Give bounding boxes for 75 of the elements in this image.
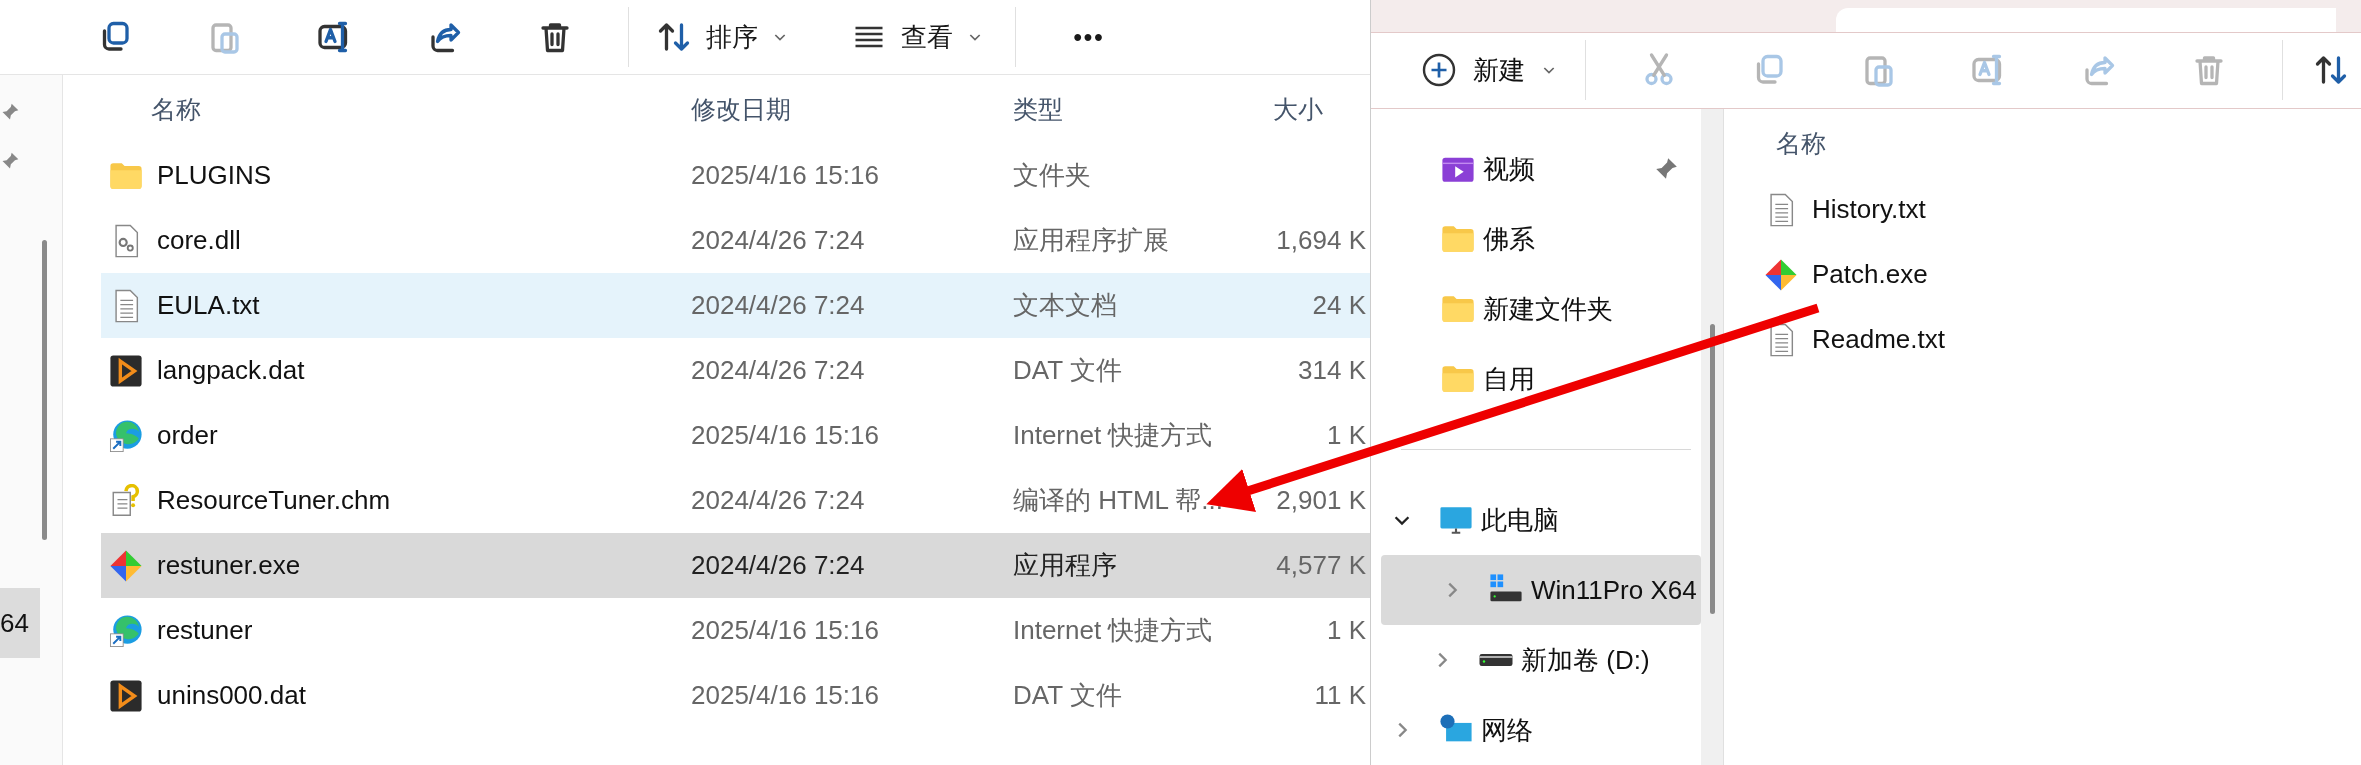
file-row[interactable]: core.dll 2024/4/26 7:24 应用程序扩展 1,694 K: [101, 208, 1370, 273]
type-cell-text: 应用程序扩展: [1013, 224, 1170, 257]
file-name: unins000.dat: [157, 680, 306, 711]
view-button[interactable]: 查看: [837, 7, 997, 67]
file-row[interactable]: EULA.txt 2024/4/26 7:24 文本文档 24 K: [101, 273, 1370, 338]
file-name: langpack.dat: [157, 355, 305, 386]
sort-button[interactable]: 排序: [647, 7, 797, 67]
size-cell-text: 1 K: [1325, 420, 1367, 451]
column-header[interactable]: 大小: [1273, 92, 1370, 126]
size-cell-text: 11 K: [1313, 680, 1367, 711]
nav-tree-item[interactable]: Win11Pro X64: [1381, 555, 1701, 625]
date-cell-text: 2024/4/26 7:24: [691, 550, 866, 581]
file-row[interactable]: unins000.dat 2025/4/16 15:16 DAT 文件 11 K: [101, 663, 1370, 728]
file-row[interactable]: Readme.txt: [1764, 307, 2361, 372]
date-cell-text: 2025/4/16 15:16: [691, 680, 880, 711]
play-file-icon: [109, 353, 143, 388]
new-button[interactable]: 新建: [1411, 52, 1567, 89]
column-header[interactable]: 类型: [1013, 92, 1273, 126]
file-row[interactable]: langpack.dat 2024/4/26 7:24 DAT 文件 314 K: [101, 338, 1370, 403]
date-cell-text: 2024/4/26 7:24: [691, 485, 866, 516]
app-icon: [109, 548, 143, 583]
nav-item[interactable]: 自用: [1371, 344, 1701, 414]
file-name: EULA.txt: [157, 290, 260, 321]
file-row[interactable]: restuner 2025/4/16 15:16 Internet 快捷方式 1 K: [101, 598, 1370, 663]
play-file-icon: [109, 678, 143, 713]
scrollbar-thumb[interactable]: [1710, 324, 1715, 614]
type-cell-text: DAT 文件: [1013, 354, 1123, 387]
date-cell-text: 2025/4/16 15:16: [691, 420, 880, 451]
type-cell-text: Internet 快捷方式: [1013, 614, 1214, 647]
drive-icon: [1479, 654, 1513, 666]
browser-shortcut-icon: [109, 613, 143, 648]
column-header[interactable]: 名称: [1776, 126, 1826, 160]
type-cell-text: 应用程序: [1013, 549, 1118, 582]
date-cell-text: 2024/4/26 7:24: [691, 225, 866, 256]
nav-tree-item[interactable]: 网络: [1371, 695, 1701, 765]
nav-tree-item[interactable]: 此电脑: [1371, 485, 1701, 555]
size-cell-text: 1,694 K: [1275, 225, 1367, 256]
add-icon: [1421, 52, 1457, 89]
file-name: PLUGINS: [157, 160, 272, 191]
date-cell-text: 2024/4/26 7:24: [691, 290, 866, 321]
file-row[interactable]: Patch.exe: [1764, 242, 2361, 307]
type-cell-text: 文本文档: [1013, 289, 1118, 322]
type-cell-text: DAT 文件: [1013, 679, 1123, 712]
type-cell-text: 文件夹: [1013, 159, 1092, 192]
nav-tree-item[interactable]: 新加卷 (D:): [1371, 625, 1701, 695]
scrollbar-thumb[interactable]: [42, 240, 47, 540]
nav-item[interactable]: 64: [0, 588, 40, 658]
size-cell-text: 24 K: [1311, 290, 1367, 321]
nav-item[interactable]: 视频: [1371, 134, 1701, 204]
size-cell-text: 2,901 K: [1275, 485, 1367, 516]
size-cell-text: 1 K: [1325, 615, 1367, 646]
file-name: order: [157, 420, 218, 451]
type-cell-text: 编译的 HTML 帮...: [1013, 484, 1224, 517]
nav-item[interactable]: 新建文件夹: [1371, 274, 1701, 344]
date-cell-text: 2024/4/26 7:24: [691, 355, 866, 386]
file-row[interactable]: order 2025/4/16 15:16 Internet 快捷方式 1 K: [101, 403, 1370, 468]
date-cell-text: 2025/4/16 15:16: [691, 160, 880, 191]
file-name: restuner.exe: [157, 550, 301, 581]
file-row[interactable]: restuner.exe 2024/4/26 7:24 应用程序 4,577 K: [101, 533, 1370, 598]
size-cell-text: 314 K: [1297, 355, 1367, 386]
file-row[interactable]: History.txt: [1764, 177, 2361, 242]
type-cell-text: Internet 快捷方式: [1013, 419, 1214, 452]
file-name: core.dll: [157, 225, 241, 256]
browser-shortcut-icon: [109, 418, 143, 453]
size-cell-text: 4,577 K: [1275, 550, 1367, 581]
nav-item[interactable]: 佛系: [1371, 204, 1701, 274]
file-name: restuner: [157, 615, 253, 646]
column-header[interactable]: 名称: [101, 92, 691, 126]
file-row[interactable]: PLUGINS 2025/4/16 15:16 文件夹: [101, 143, 1370, 208]
file-name: ResourceTuner.chm: [157, 485, 391, 516]
more-button[interactable]: •••: [1034, 7, 1144, 67]
file-row[interactable]: ResourceTuner.chm 2024/4/26 7:24 编译的 HTML 帮... 2,901 K: [101, 468, 1370, 533]
app-icon: [1764, 257, 1798, 292]
column-header[interactable]: 修改日期: [691, 92, 1013, 126]
date-cell-text: 2025/4/16 15:16: [691, 615, 880, 646]
